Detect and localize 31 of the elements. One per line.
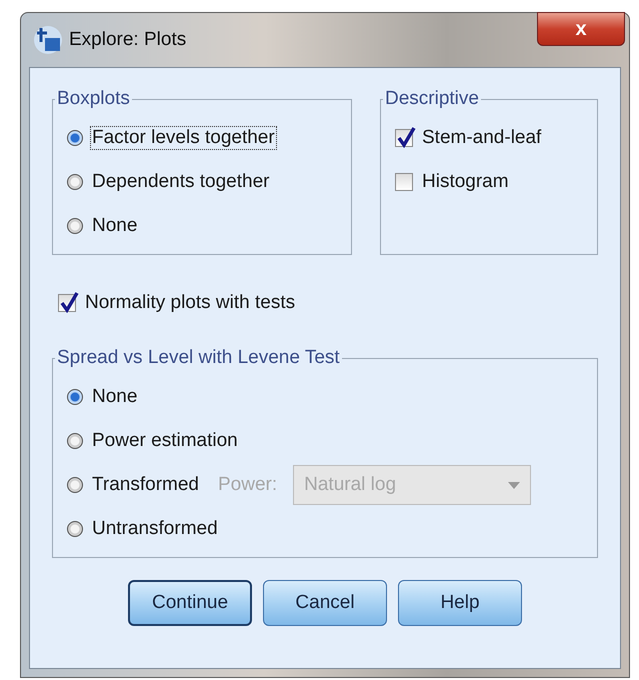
radio-button[interactable] xyxy=(67,521,83,537)
dialog-button[interactable]: Continue xyxy=(128,580,252,626)
option-label: Dependents together xyxy=(91,171,270,193)
radio-button[interactable] xyxy=(67,433,83,449)
option-label: Untransformed xyxy=(91,518,219,540)
option-label: Factor levels together xyxy=(91,127,276,149)
dropdown-arrow-icon xyxy=(508,482,520,488)
radio-button[interactable] xyxy=(67,174,83,190)
radio-button[interactable] xyxy=(67,130,83,146)
option-label: None xyxy=(91,215,138,237)
radio-button[interactable] xyxy=(67,218,83,234)
checkbox[interactable] xyxy=(58,294,76,312)
checkbox[interactable] xyxy=(395,173,413,191)
radio-button[interactable] xyxy=(67,389,83,405)
power-label: Power: xyxy=(218,474,278,496)
option-label: None xyxy=(91,386,138,408)
option-label: Power estimation xyxy=(91,430,239,452)
app-icon xyxy=(33,25,63,55)
window-title: Explore: Plots xyxy=(69,29,186,51)
group-title: Boxplots xyxy=(56,88,131,110)
group-title: Spread vs Level with Levene Test xyxy=(56,347,341,369)
checkbox[interactable] xyxy=(395,129,413,147)
option-label: Stem-and-leaf xyxy=(421,127,542,149)
option-label: Transformed xyxy=(91,474,200,496)
radio-button[interactable] xyxy=(67,477,83,493)
option-label: Histogram xyxy=(421,171,510,193)
group-title: Descriptive xyxy=(384,88,480,110)
option-label: Normality plots with tests xyxy=(84,292,296,314)
dialog-button[interactable]: Cancel xyxy=(263,580,387,626)
dialog-button[interactable]: Help xyxy=(398,580,522,626)
close-button[interactable]: x xyxy=(537,12,625,46)
